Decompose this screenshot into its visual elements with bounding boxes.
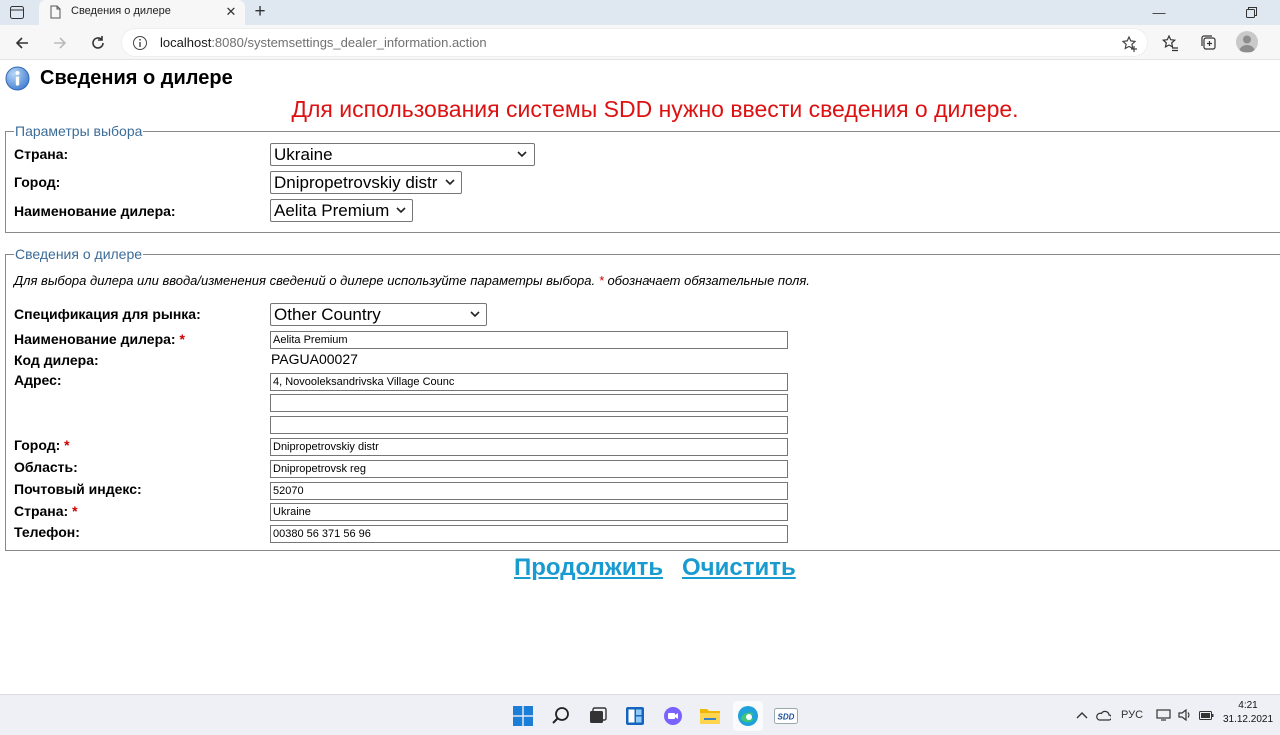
task-view-icon[interactable]: [583, 701, 613, 731]
browser-toolbar: localhost:8080/systemsettings_dealer_inf…: [0, 25, 1280, 60]
add-favorite-icon[interactable]: [1120, 34, 1140, 54]
country-input[interactable]: Ukraine: [270, 503, 788, 521]
phone-label: Телефон:: [14, 524, 80, 540]
favorites-icon[interactable]: [1157, 30, 1183, 56]
sdd-app-label: SDD: [778, 713, 795, 722]
address-line2-input[interactable]: [270, 394, 788, 412]
url-text: localhost:8080/systemsettings_dealer_inf…: [160, 35, 487, 50]
address-bar[interactable]: localhost:8080/systemsettings_dealer_inf…: [121, 28, 1148, 57]
clear-link[interactable]: Очистить: [682, 554, 796, 582]
site-info-icon[interactable]: [132, 35, 148, 51]
clock-time: 4:21: [1238, 700, 1258, 711]
battery-icon[interactable]: [1197, 706, 1215, 724]
onedrive-icon[interactable]: [1094, 706, 1112, 724]
postal-code-label: Почтовый индекс:: [14, 481, 142, 497]
file-explorer-icon[interactable]: [695, 701, 725, 731]
region-label: Область:: [14, 459, 78, 475]
dealer-name-label: Наименование дилера: *: [14, 331, 185, 347]
tab-title: Сведения о дилере: [71, 5, 171, 17]
region-input[interactable]: Dnipropetrovsk reg: [270, 460, 788, 478]
dealer-code-label: Код дилера:: [14, 352, 99, 368]
city-input[interactable]: Dnipropetrovskiy distr: [270, 438, 788, 456]
city-label: Город: *: [14, 437, 70, 453]
new-tab-icon[interactable]: +: [249, 1, 271, 23]
forward-icon[interactable]: [47, 30, 73, 56]
network-icon[interactable]: [1154, 706, 1172, 724]
system-clock[interactable]: 4:21 31.12.2021: [1218, 699, 1278, 727]
start-icon[interactable]: [508, 701, 538, 731]
page-title: Сведения о дилере: [40, 67, 233, 89]
browser-tab-bar: Сведения о дилере ✕ + —: [0, 0, 1280, 25]
volume-icon[interactable]: [1176, 706, 1194, 724]
chevron-down-icon: [470, 311, 480, 318]
refresh-icon[interactable]: [85, 30, 111, 56]
close-tab-icon[interactable]: ✕: [222, 3, 240, 21]
dealer-select[interactable]: Aelita Premium: [270, 199, 413, 222]
address-line3-input[interactable]: [270, 416, 788, 434]
chat-icon[interactable]: [658, 701, 688, 731]
search-icon[interactable]: [546, 701, 576, 731]
address-line1-input[interactable]: 4, Novooleksandrivska Village Counc: [270, 373, 788, 391]
tab-actions-icon[interactable]: [4, 2, 30, 23]
postal-code-input[interactable]: 52070: [270, 482, 788, 500]
selection-legend: Параметры выбора: [15, 123, 143, 139]
chevron-down-icon: [445, 179, 455, 186]
city-select[interactable]: Dnipropetrovskiy distr: [270, 171, 462, 194]
back-icon[interactable]: [9, 30, 35, 56]
chevron-down-icon: [396, 207, 406, 214]
continue-link[interactable]: Продолжить: [514, 554, 663, 582]
sdd-app-icon[interactable]: SDD: [771, 701, 801, 731]
clock-date: 31.12.2021: [1222, 714, 1274, 725]
market-spec-label: Спецификация для рынка:: [14, 306, 201, 322]
minimize-icon[interactable]: —: [1136, 0, 1182, 25]
chevron-up-icon[interactable]: [1074, 706, 1090, 724]
country-select[interactable]: Ukraine: [270, 143, 535, 166]
warning-message: Для использования системы SDD нужно ввес…: [291, 96, 1019, 122]
dealer-code-value: PAGUA00027: [271, 351, 358, 367]
dealer-name-input[interactable]: Aelita Premium: [270, 331, 788, 349]
widgets-icon[interactable]: [620, 701, 650, 731]
chevron-down-icon: [517, 151, 527, 158]
language-indicator[interactable]: РУС: [1118, 706, 1146, 724]
address-label: Адрес:: [14, 372, 62, 388]
dealer-select-label: Наименование дилера:: [14, 203, 176, 219]
details-legend: Сведения о дилере: [15, 246, 143, 262]
collections-icon[interactable]: [1196, 30, 1222, 56]
instruction-note: Для выбора дилера или ввода/изменения св…: [14, 273, 810, 288]
market-spec-select[interactable]: Other Country: [270, 303, 487, 326]
country-select-label: Страна:: [14, 146, 69, 162]
info-icon: [5, 66, 30, 91]
city-select-label: Город:: [14, 174, 61, 190]
page-content: Сведения о дилере Для использования сист…: [0, 61, 1280, 694]
document-icon: [50, 5, 61, 19]
taskbar: SDD РУС 4:21 31.12.2021: [0, 694, 1280, 735]
profile-avatar-icon[interactable]: [1236, 31, 1258, 53]
selection-parameters-fieldset: Параметры выбора: [5, 123, 1280, 233]
country-label: Страна: *: [14, 503, 78, 519]
browser-tab[interactable]: Сведения о дилере ✕: [39, 0, 245, 25]
phone-input[interactable]: 00380 56 371 56 96: [270, 525, 788, 543]
edge-browser-icon[interactable]: [733, 701, 763, 731]
restore-icon[interactable]: [1228, 0, 1274, 25]
